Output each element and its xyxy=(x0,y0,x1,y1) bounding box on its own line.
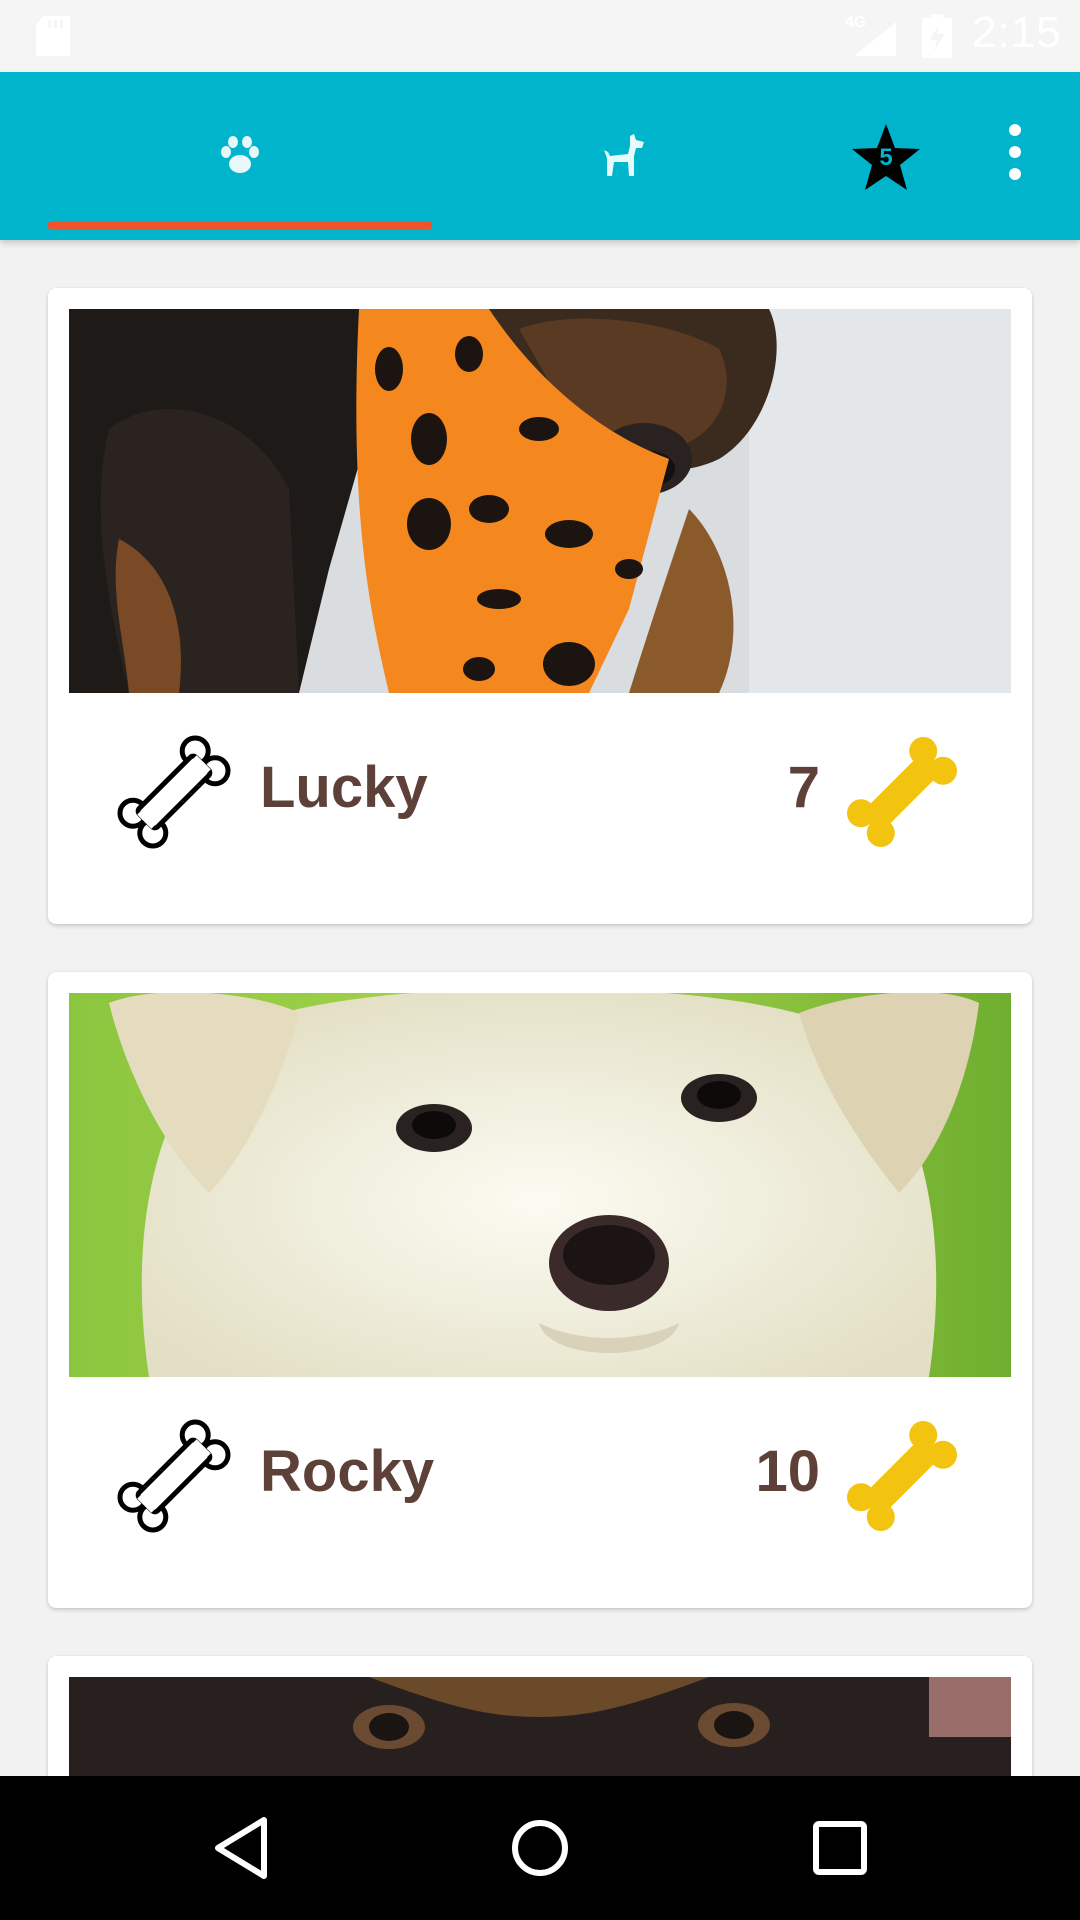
bone-outline-icon[interactable] xyxy=(114,1416,234,1536)
dog-card[interactable] xyxy=(48,1656,1032,1776)
bone-filled-icon[interactable] xyxy=(842,1416,962,1536)
navigation-bar xyxy=(0,1776,1080,1920)
signal-icon xyxy=(854,22,896,56)
dog-card[interactable]: Lucky 7 xyxy=(48,288,1032,924)
status-bar: 4G 2:15 xyxy=(0,0,1080,72)
app-bar: 5 xyxy=(0,72,1080,240)
bone-filled-icon[interactable] xyxy=(842,732,962,852)
dog-card[interactable]: Rocky 10 xyxy=(48,972,1032,1608)
dog-feed[interactable]: Lucky 7 Rocky 10 xyxy=(0,240,1080,1776)
like-count: 7 xyxy=(787,755,820,820)
selected-tab-indicator xyxy=(48,222,432,229)
tab-paw[interactable] xyxy=(48,72,432,240)
overflow-menu-icon xyxy=(1009,124,1021,136)
dog-name: Lucky xyxy=(260,755,428,820)
dog-photo[interactable] xyxy=(69,1677,1011,1776)
dog-icon xyxy=(604,134,644,176)
favorites-button[interactable]: 5 xyxy=(850,122,922,194)
overflow-menu-button[interactable] xyxy=(995,124,1035,184)
tab-dog[interactable] xyxy=(432,72,816,240)
battery-icon xyxy=(922,14,952,58)
back-icon[interactable] xyxy=(206,1812,278,1884)
recents-icon[interactable] xyxy=(804,1812,876,1884)
dog-photo[interactable] xyxy=(69,993,1011,1377)
dog-photo[interactable] xyxy=(69,309,1011,693)
like-count: 10 xyxy=(755,1439,820,1504)
favorites-count: 5 xyxy=(879,144,893,171)
status-clock: 2:15 xyxy=(972,8,1062,57)
home-icon[interactable] xyxy=(504,1812,576,1884)
bone-outline-icon[interactable] xyxy=(114,732,234,852)
sd-card-icon xyxy=(36,16,70,56)
dog-name: Rocky xyxy=(260,1439,435,1504)
paw-icon xyxy=(221,136,259,173)
